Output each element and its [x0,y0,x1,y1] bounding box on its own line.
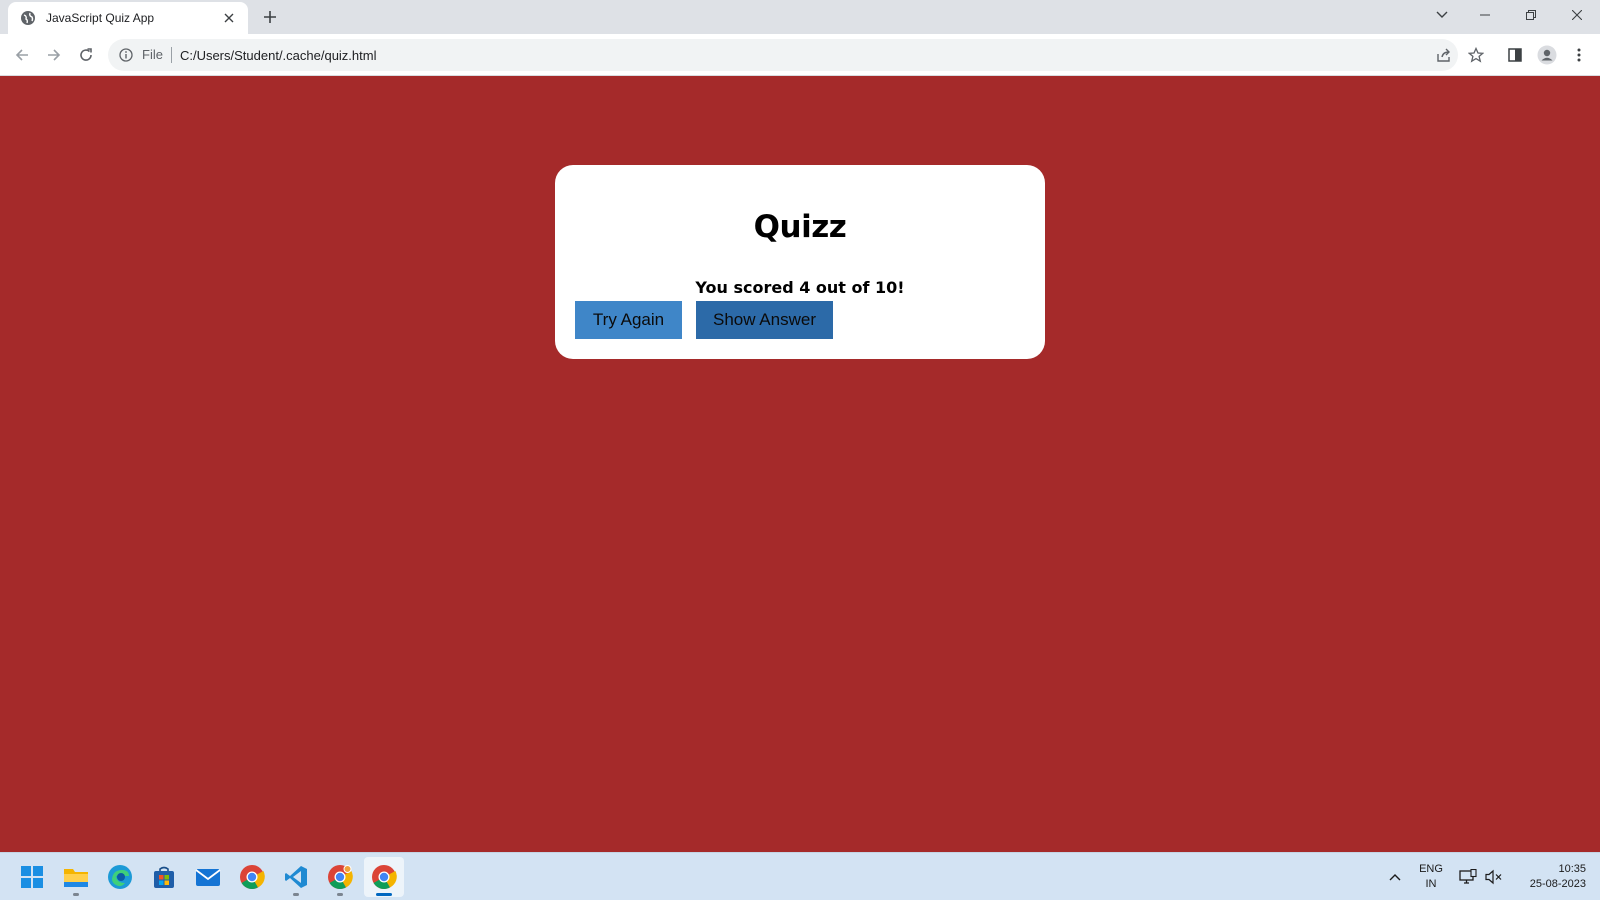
windows-taskbar: ENG IN 10:35 25-08-2023 [0,852,1600,900]
clock-date: 25-08-2023 [1529,878,1586,890]
share-icon[interactable] [1430,41,1458,69]
show-hidden-icons-chevron-icon[interactable] [1380,853,1410,900]
language-region: IN [1425,878,1437,890]
close-window-icon[interactable] [1554,0,1600,30]
vscode-icon[interactable] [276,857,316,897]
clock[interactable]: 10:35 25-08-2023 [1514,853,1586,900]
window-controls [1422,0,1600,30]
minimize-icon[interactable] [1462,0,1508,30]
url-scheme: File [142,47,172,63]
profile-avatar-icon[interactable] [1533,41,1561,69]
browser-tab[interactable]: JavaScript Quiz App [8,2,248,34]
url-text[interactable]: C:/Users/Student/.cache/quiz.html [180,48,377,63]
language-code: ENG [1419,863,1443,875]
running-indicator [337,893,343,896]
store-icon[interactable] [144,857,184,897]
address-bar[interactable]: File C:/Users/Student/.cache/quiz.html [108,39,1458,71]
volume-muted-icon[interactable] [1482,853,1506,900]
forward-icon[interactable] [40,41,68,69]
try-again-button[interactable]: Try Again [575,301,682,339]
tab-title: JavaScript Quiz App [46,11,155,25]
running-indicator [73,893,79,896]
new-tab-icon[interactable] [258,5,282,29]
info-icon[interactable] [118,47,134,63]
tab-close-icon[interactable] [220,9,238,27]
start-icon[interactable] [12,857,52,897]
chrome-canary-icon[interactable] [320,857,360,897]
browser-toolbar: File C:/Users/Student/.cache/quiz.html [0,34,1600,76]
chrome-icon[interactable] [232,857,272,897]
edge-icon[interactable] [100,857,140,897]
more-menu-icon[interactable] [1565,41,1593,69]
tab-strip: JavaScript Quiz App [0,0,1600,34]
tab-search-chevron-icon[interactable] [1422,0,1462,30]
quiz-title: Quizz [753,209,847,245]
back-icon[interactable] [8,41,36,69]
network-icon[interactable] [1456,853,1480,900]
bookmark-star-icon[interactable] [1462,41,1490,69]
clock-time: 10:35 [1558,863,1586,875]
show-answer-button[interactable]: Show Answer [696,301,833,339]
mail-icon[interactable] [188,857,228,897]
chrome-active-icon[interactable] [364,857,404,897]
globe-icon [20,10,36,26]
reload-icon[interactable] [72,41,100,69]
file-explorer-icon[interactable] [56,857,96,897]
restore-icon[interactable] [1508,0,1554,30]
language-indicator[interactable]: ENG IN [1414,853,1448,900]
running-indicator [293,893,299,896]
quiz-card: Quizz You scored 4 out of 10! Try Again … [555,165,1045,359]
score-text: You scored 4 out of 10! [695,278,905,297]
side-panel-icon[interactable] [1501,41,1529,69]
active-indicator [376,893,392,896]
